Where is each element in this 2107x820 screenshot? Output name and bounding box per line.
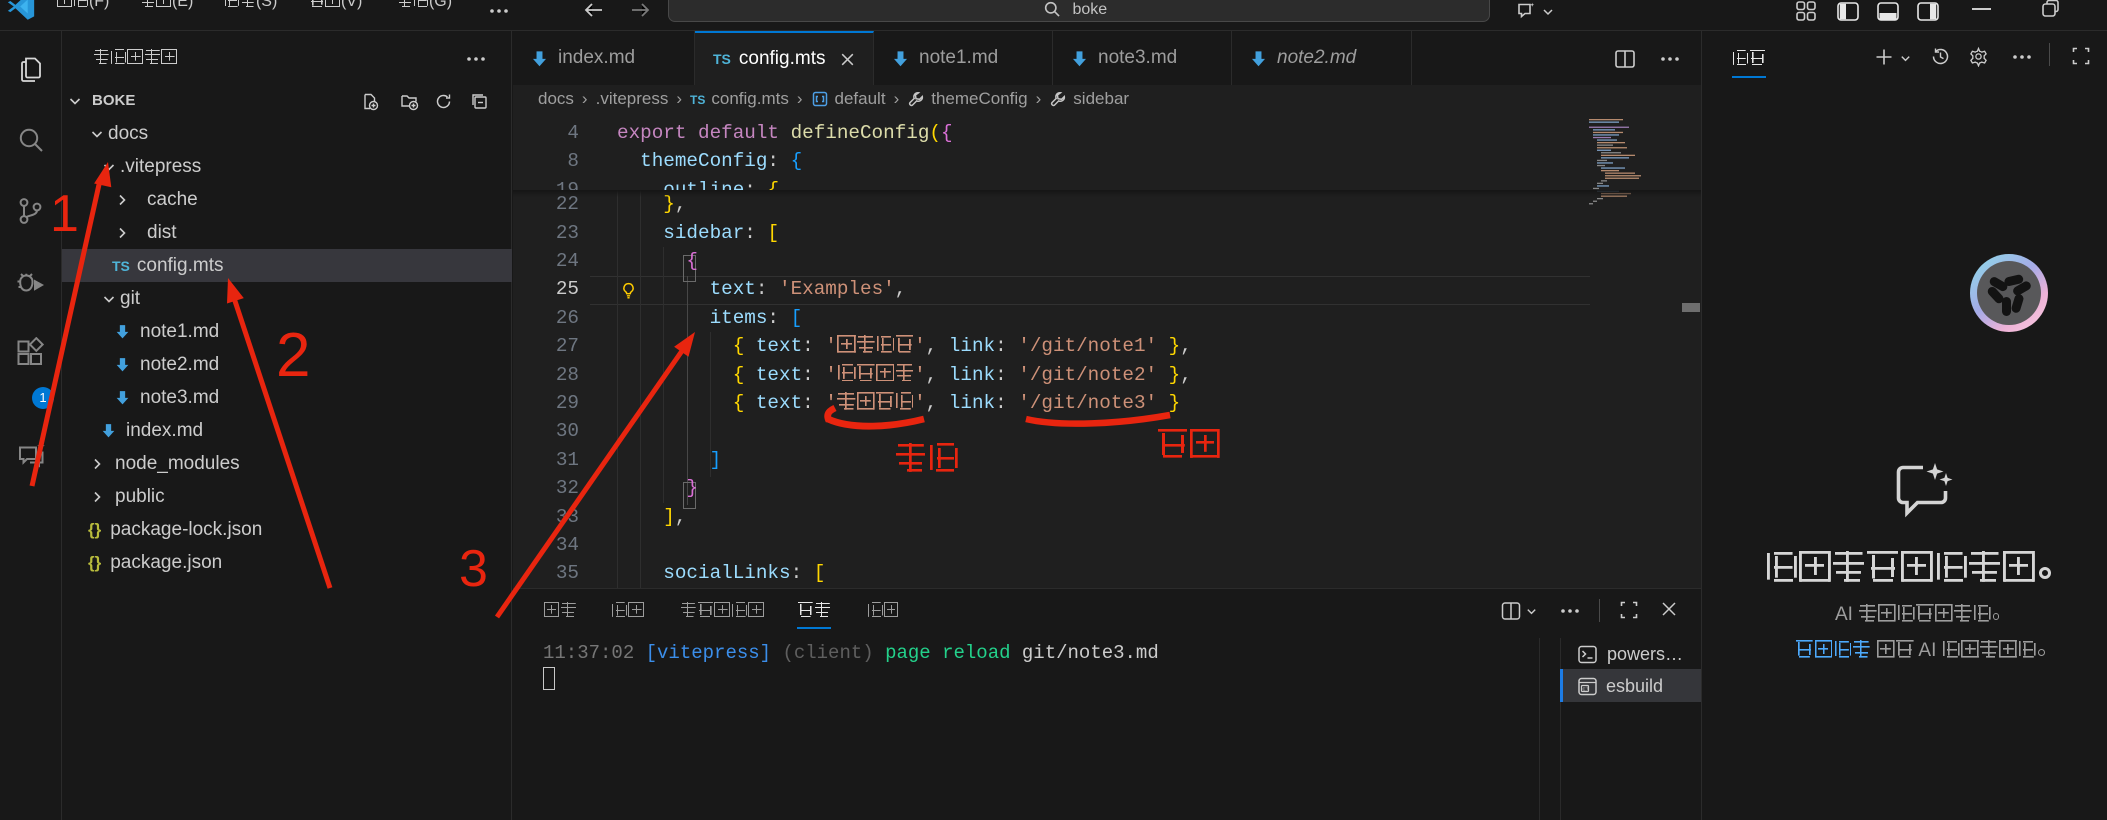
svg-text:1: 1: [50, 185, 79, 243]
svg-text:3: 3: [459, 540, 488, 598]
svg-text:2: 2: [276, 321, 310, 390]
